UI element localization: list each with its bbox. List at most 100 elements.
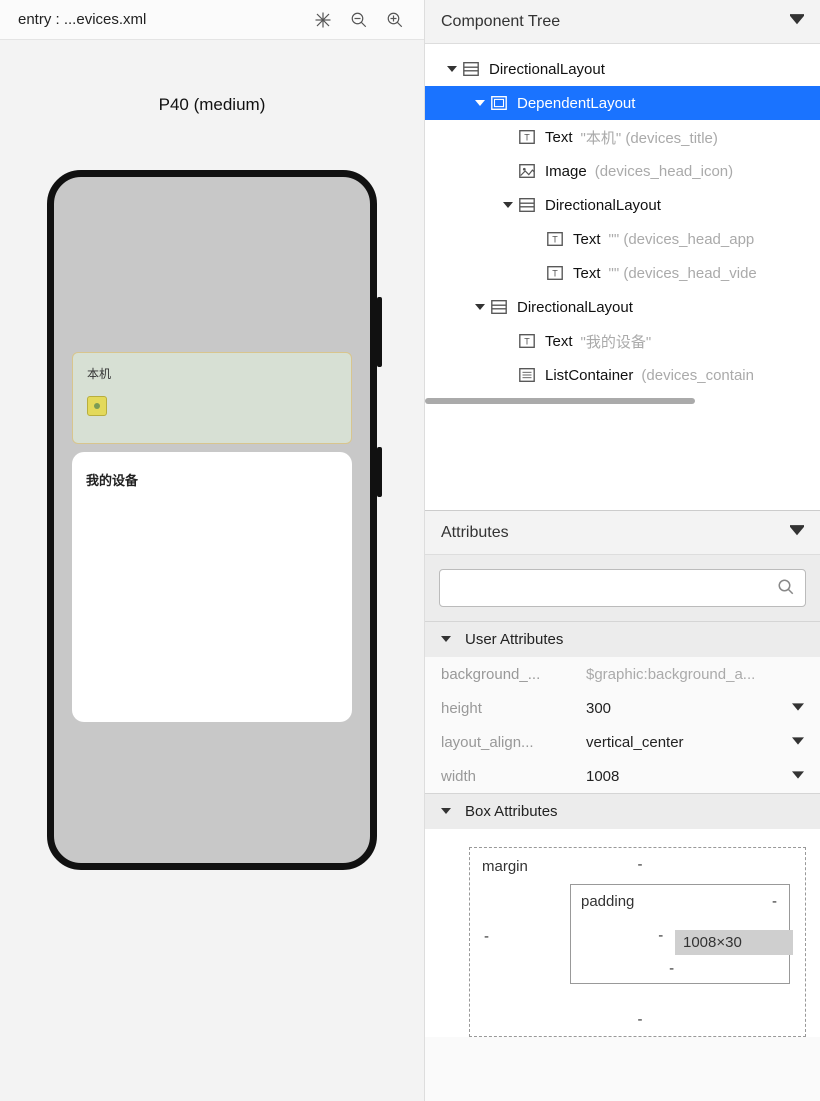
zoom-in-icon[interactable] [384,9,406,31]
phone-frame: 本机 我的设备 [47,170,377,870]
tree-row-text[interactable]: T Text "本机" (devices_title) [425,120,820,154]
layout-icon [517,195,537,215]
card-my-devices[interactable]: 我的设备 [72,452,352,722]
list-icon [517,365,537,385]
tree-row-listcontainer[interactable]: ListContainer (devices_contain [425,358,820,392]
tree-item-label: DirectionalLayout [489,61,605,78]
tree-item-label: Text [573,231,601,248]
box-size-value: 1008×30 [675,930,793,955]
tree-item-label: DependentLayout [517,95,635,112]
chevron-down-icon [441,803,451,820]
chevron-down-icon[interactable] [443,64,461,74]
tree-item-label: DirectionalLayout [545,197,661,214]
chevron-down-icon [441,631,451,648]
image-icon [517,161,537,181]
layout-icon [489,297,509,317]
attributes-header[interactable]: Attributes [425,511,820,555]
collapse-icon[interactable] [790,523,804,542]
chevron-down-icon[interactable] [792,700,804,717]
component-tree-panel: Component Tree DirectionalLayout Dependen… [425,0,820,510]
tree-item-label: Text [545,129,573,146]
attr-row-height[interactable]: height300 [425,691,820,725]
attr-value[interactable]: vertical_center [586,734,792,751]
attr-row-background[interactable]: background_...$graphic:background_a... [425,657,820,691]
search-input[interactable] [450,579,777,597]
zoom-out-icon[interactable] [348,9,370,31]
box-model-diagram: margin - - - padding - - - 1008×30 [425,829,820,1037]
attr-name: background_... [441,666,586,683]
snowflake-icon[interactable] [312,9,334,31]
text-icon: T [517,127,537,147]
attributes-panel: Attributes User Attributes background_..… [425,510,820,1101]
box-attributes-label: Box Attributes [465,803,558,820]
tree-item-label: DirectionalLayout [517,299,633,316]
svg-text:T: T [524,337,530,347]
attr-name: height [441,700,586,717]
component-tree-header[interactable]: Component Tree [425,0,820,44]
padding-bottom-value: - [669,960,674,977]
margin-top-value: - [638,856,643,873]
tree-item-hint: (devices_contain [641,367,754,384]
tree-item-hint: "我的设备" [581,331,652,352]
chevron-down-icon[interactable] [471,302,489,312]
attr-value[interactable]: 1008 [586,768,792,785]
preview-pane: entry : ...evices.xml P40 (medium) 本机 我的… [0,0,425,1101]
search-icon [777,578,795,599]
collapse-icon[interactable] [790,12,804,31]
component-tree-title: Component Tree [441,13,560,31]
svg-text:T: T [552,269,558,279]
card-my-devices-title: 我的设备 [86,470,338,489]
margin-bottom-value: - [638,1011,643,1028]
layout-icon [461,59,481,79]
attr-value[interactable]: $graphic:background_a... [586,666,804,683]
svg-text:T: T [552,235,558,245]
user-attributes-group[interactable]: User Attributes [425,621,820,657]
tree-row-image[interactable]: Image (devices_head_icon) [425,154,820,188]
chevron-down-icon[interactable] [499,200,517,210]
margin-label: margin [482,858,528,875]
tree-item-label: Image [545,163,587,180]
padding-left-value: - [658,927,663,944]
attributes-search[interactable] [439,569,806,607]
preview-topbar: entry : ...evices.xml [0,0,424,40]
device-label: P40 (medium) [0,95,424,115]
tree-row-text[interactable]: T Text "" (devices_head_app [425,222,820,256]
text-icon: T [545,229,565,249]
padding-top-value: - [772,893,777,910]
tree-item-hint: "" (devices_head_vide [609,265,757,282]
preview-filename: entry : ...evices.xml [18,11,146,28]
user-attributes-label: User Attributes [465,631,563,648]
tree-item-label: ListContainer [545,367,633,384]
tree-item-hint: (devices_head_icon) [595,163,733,180]
attr-row-width[interactable]: width1008 [425,759,820,793]
dep-icon [489,93,509,113]
tree-row-directionallayout[interactable]: DirectionalLayout [425,52,820,86]
svg-text:T: T [524,133,530,143]
tree-item-label: Text [545,333,573,350]
android-icon [87,396,107,416]
tree-item-label: Text [573,265,601,282]
attributes-title: Attributes [441,524,509,542]
chevron-down-icon[interactable] [471,98,489,108]
attr-name: width [441,768,586,785]
padding-label: padding [581,893,634,910]
tree-row-text[interactable]: T Text "我的设备" [425,324,820,358]
attr-value[interactable]: 300 [586,700,792,717]
box-attributes-group[interactable]: Box Attributes [425,793,820,829]
tree-row-text[interactable]: T Text "" (devices_head_vide [425,256,820,290]
attr-row-layoutalign[interactable]: layout_align...vertical_center [425,725,820,759]
tree-row-directionallayout[interactable]: DirectionalLayout [425,188,820,222]
chevron-down-icon[interactable] [792,734,804,751]
tree-row-dependentlayout[interactable]: DependentLayout [425,86,820,120]
tree-item-hint: "本机" (devices_title) [581,127,718,148]
text-icon: T [517,331,537,351]
tree-item-hint: "" (devices_head_app [609,231,755,248]
card-local-device[interactable]: 本机 [72,352,352,444]
margin-left-value: - [484,928,489,945]
text-icon: T [545,263,565,283]
tree-row-directionallayout[interactable]: DirectionalLayout [425,290,820,324]
tree-scrollbar[interactable] [425,398,695,404]
chevron-down-icon[interactable] [792,768,804,785]
attr-name: layout_align... [441,734,586,751]
card-local-title: 本机 [87,365,337,382]
